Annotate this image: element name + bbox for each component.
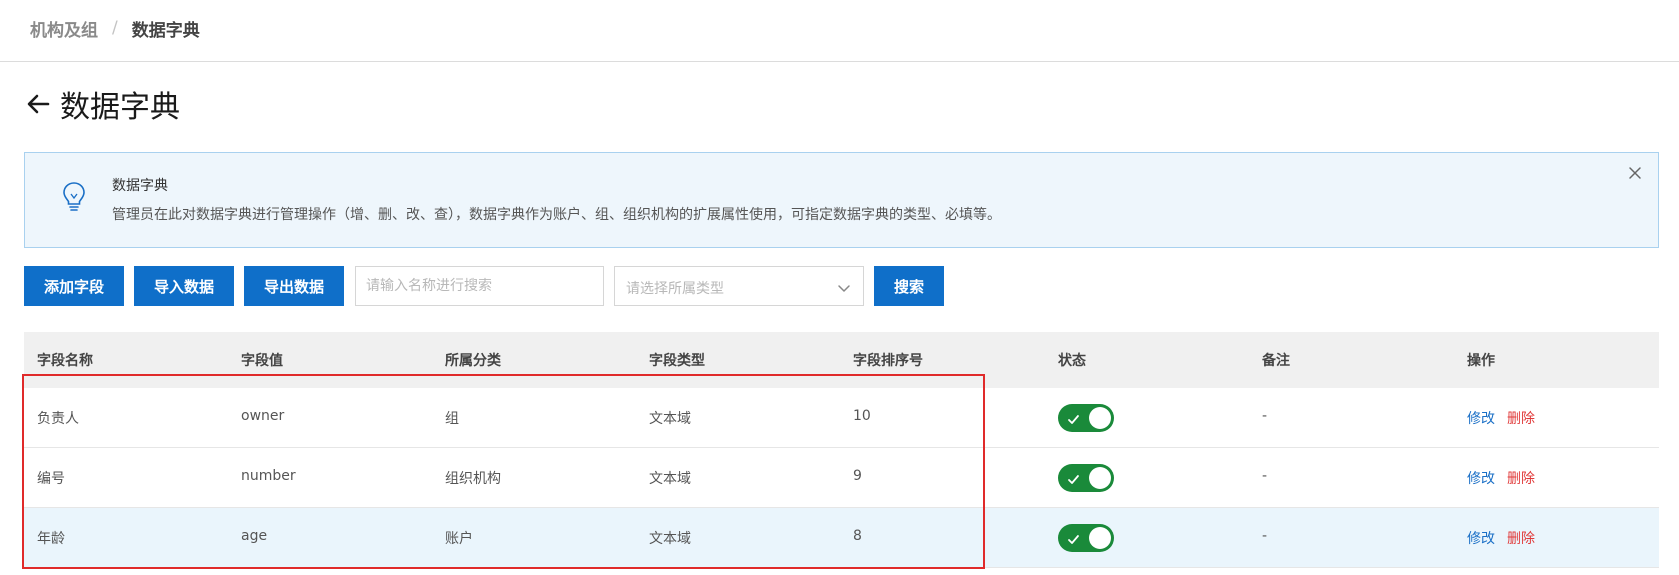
back-arrow-icon[interactable] <box>26 92 52 116</box>
breadcrumb-current: 数据字典 <box>131 20 200 41</box>
notice-title: 数据字典 <box>112 178 168 194</box>
header-divider <box>0 61 1679 62</box>
field-type-cell: 文本域 <box>649 471 691 487</box>
toggle-knob <box>1089 527 1111 549</box>
add-field-button[interactable]: 添加字段 <box>24 266 124 306</box>
column-header: 字段值 <box>241 353 283 369</box>
close-icon[interactable] <box>1628 165 1642 179</box>
page-header: 数据字典 <box>26 84 180 125</box>
toggle-knob <box>1089 467 1111 489</box>
column-header: 字段排序号 <box>853 353 923 369</box>
check-icon <box>1067 471 1080 484</box>
table-row: 年龄 age 账户 文本域 8 - 修改 删除 <box>24 508 1659 568</box>
chevron-down-icon <box>837 280 851 294</box>
remark-cell: - <box>1262 468 1268 484</box>
breadcrumb: 机构及组 / 数据字典 <box>30 16 200 41</box>
type-select-placeholder: 请选择所属类型 <box>626 281 724 297</box>
check-icon <box>1067 411 1080 424</box>
status-toggle[interactable] <box>1058 404 1114 432</box>
field-type-cell: 文本域 <box>649 531 691 547</box>
search-button[interactable]: 搜索 <box>874 266 944 306</box>
search-input[interactable] <box>355 266 604 306</box>
check-icon <box>1067 531 1080 544</box>
breadcrumb-separator: / <box>112 18 118 38</box>
category-cell: 组 <box>445 411 459 427</box>
lightbulb-icon <box>61 181 87 213</box>
status-toggle[interactable] <box>1058 524 1114 552</box>
field-type-cell: 文本域 <box>649 411 691 427</box>
remark-cell: - <box>1262 528 1268 544</box>
delete-link[interactable]: 删除 <box>1507 411 1535 427</box>
column-header: 所属分类 <box>445 353 501 369</box>
notice-description: 管理员在此对数据字典进行管理操作（增、删、改、查），数据字典作为账户、组、组织机… <box>112 207 1001 223</box>
toolbar: 添加字段 导入数据 导出数据 请选择所属类型 搜索 <box>24 266 1659 306</box>
field-name-cell: 负责人 <box>37 411 79 427</box>
edit-link[interactable]: 修改 <box>1467 411 1495 427</box>
import-data-button[interactable]: 导入数据 <box>134 266 234 306</box>
table-row: 负责人 owner 组 文本域 10 - 修改 删除 <box>24 388 1659 448</box>
toggle-knob <box>1089 407 1111 429</box>
breadcrumb-parent-link[interactable]: 机构及组 <box>30 16 98 41</box>
edit-link[interactable]: 修改 <box>1467 531 1495 547</box>
actions-cell: 修改 删除 <box>1467 528 1535 548</box>
sort-order-cell: 9 <box>853 468 862 484</box>
column-header: 操作 <box>1467 353 1495 369</box>
page-title: 数据字典 <box>60 90 180 125</box>
column-header: 字段类型 <box>649 353 705 369</box>
info-notice: 数据字典 管理员在此对数据字典进行管理操作（增、删、改、查），数据字典作为账户、… <box>24 152 1659 248</box>
field-value-cell: age <box>241 528 268 544</box>
sort-order-cell: 8 <box>853 528 862 544</box>
delete-link[interactable]: 删除 <box>1507 531 1535 547</box>
status-toggle[interactable] <box>1058 464 1114 492</box>
remark-cell: - <box>1262 408 1268 424</box>
field-name-cell: 年龄 <box>37 531 65 547</box>
data-dictionary-table: 字段名称 字段值 所属分类 字段类型 字段排序号 状态 备注 操作 负责人 ow… <box>24 332 1659 568</box>
sort-order-cell: 10 <box>853 408 871 424</box>
column-header: 字段名称 <box>37 353 93 369</box>
field-value-cell: number <box>241 468 296 484</box>
delete-link[interactable]: 删除 <box>1507 471 1535 487</box>
actions-cell: 修改 删除 <box>1467 468 1535 488</box>
category-cell: 账户 <box>445 531 473 547</box>
table-header: 字段名称 字段值 所属分类 字段类型 字段排序号 状态 备注 操作 <box>24 332 1659 388</box>
actions-cell: 修改 删除 <box>1467 408 1535 428</box>
table-row: 编号 number 组织机构 文本域 9 - 修改 删除 <box>24 448 1659 508</box>
column-header: 备注 <box>1262 353 1290 369</box>
export-data-button[interactable]: 导出数据 <box>244 266 344 306</box>
field-name-cell: 编号 <box>37 471 65 487</box>
edit-link[interactable]: 修改 <box>1467 471 1495 487</box>
category-cell: 组织机构 <box>445 471 501 487</box>
column-header: 状态 <box>1058 353 1086 369</box>
type-select[interactable]: 请选择所属类型 <box>614 266 864 306</box>
field-value-cell: owner <box>241 408 285 424</box>
